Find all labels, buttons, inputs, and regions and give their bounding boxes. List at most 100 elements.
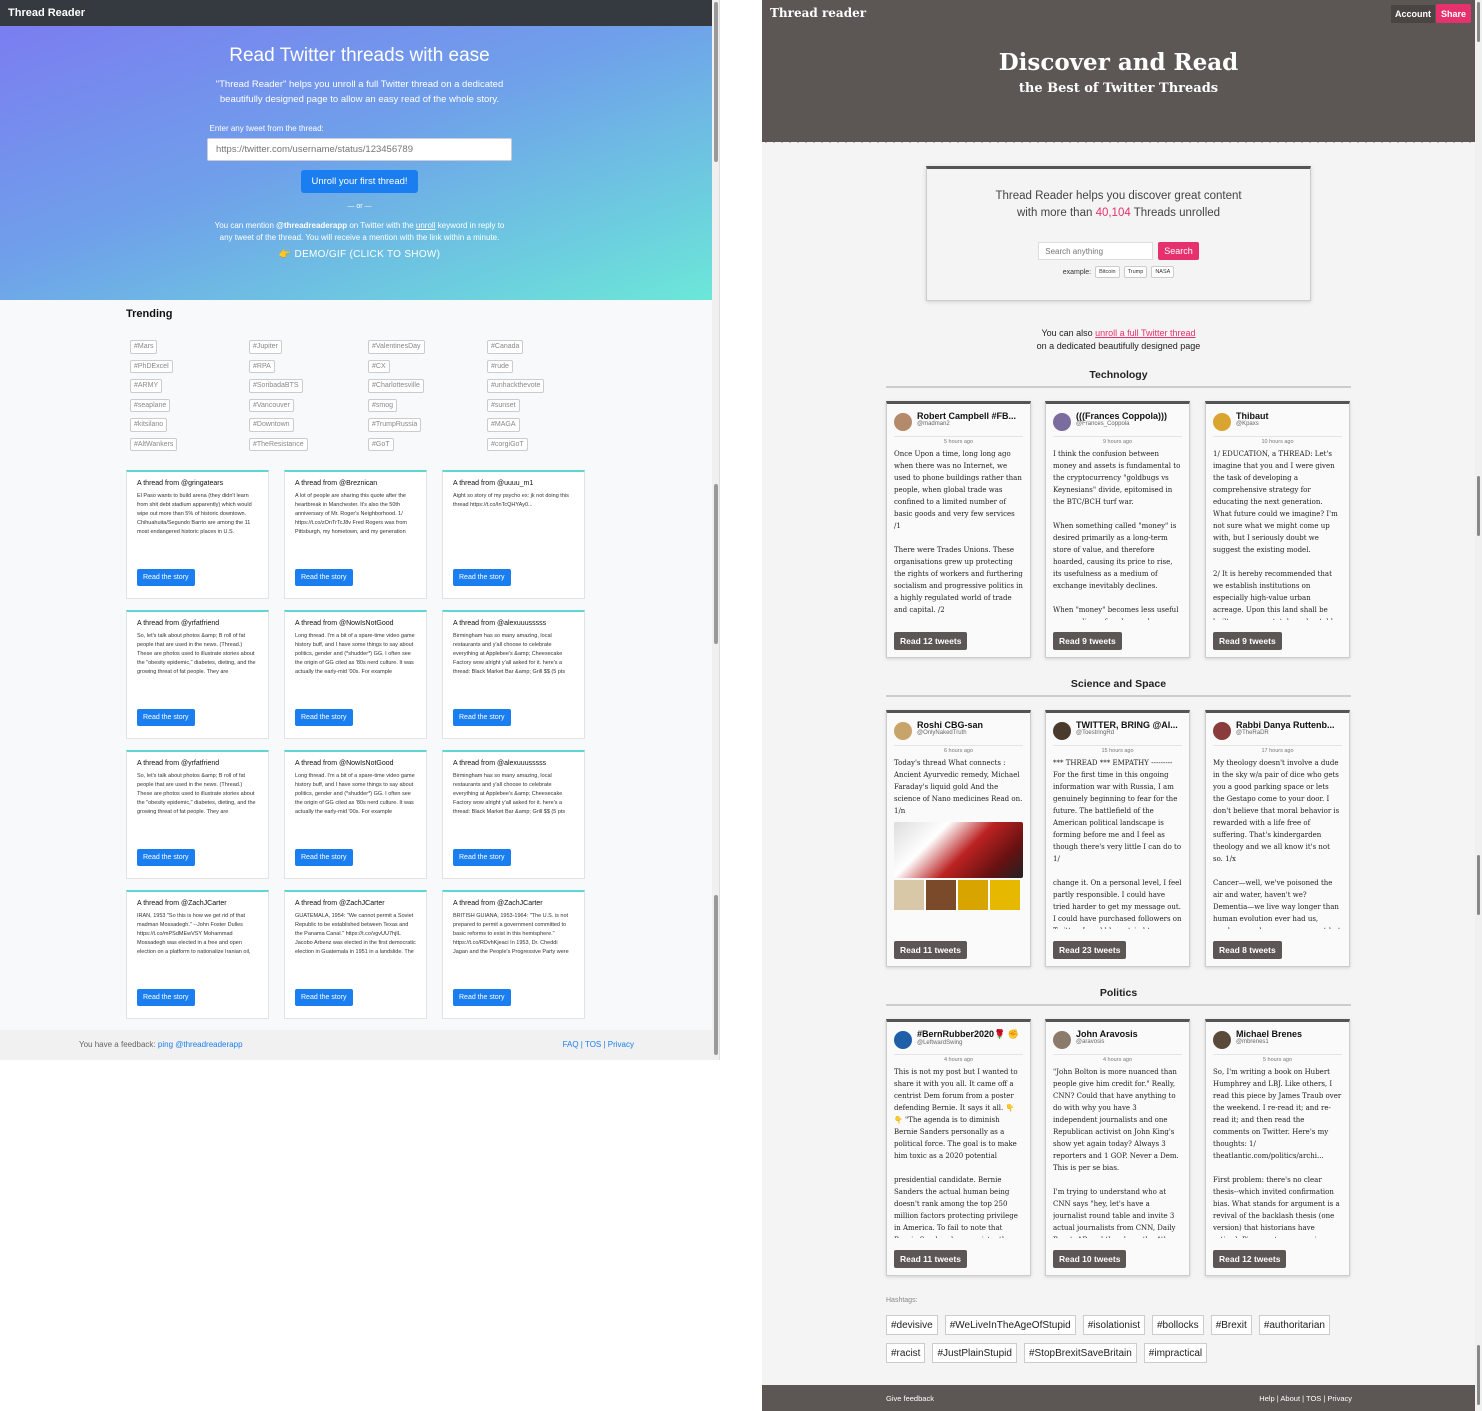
right-footer-links[interactable]: Help | About | TOS | Privacy <box>1259 1385 1352 1411</box>
trending-hashtag[interactable]: #TrumpRussia <box>368 418 422 432</box>
avatar[interactable] <box>1213 722 1231 740</box>
thumb-image[interactable] <box>990 880 1020 910</box>
scrollbar-thumb[interactable] <box>714 895 718 1055</box>
right-scrollbar[interactable] <box>1475 0 1482 1411</box>
trending-hashtag[interactable]: #GoT <box>368 437 394 451</box>
author-name[interactable]: Thibaut <box>1236 411 1346 421</box>
avatar[interactable] <box>894 1031 912 1049</box>
pill-image[interactable] <box>894 822 1023 878</box>
thumb-image[interactable] <box>958 880 988 910</box>
hashtag-chip[interactable]: #bollocks <box>1151 1315 1204 1335</box>
trending-hashtag[interactable]: #ValentinesDay <box>368 340 425 354</box>
hashtag-chip[interactable]: #authoritarian <box>1258 1315 1330 1335</box>
read-tweets-button[interactable]: Read 9 tweets <box>1213 632 1282 650</box>
read-tweets-button[interactable]: Read 12 tweets <box>1213 1250 1287 1268</box>
read-tweets-button[interactable]: Read 10 tweets <box>1053 1250 1127 1268</box>
read-story-button[interactable]: Read the story <box>295 989 353 1006</box>
trending-hashtag[interactable]: #corgiGoT <box>487 437 528 451</box>
author-name[interactable]: Robert Campbell #FB... <box>917 411 1027 421</box>
trending-hashtag[interactable]: #Mars <box>130 340 158 354</box>
read-story-button[interactable]: Read the story <box>295 709 353 726</box>
read-tweets-button[interactable]: Read 11 tweets <box>894 1250 967 1268</box>
unroll-keyword-link[interactable]: unroll <box>416 221 436 230</box>
trending-hashtag[interactable]: #Canada <box>487 340 524 354</box>
scrollbar-thumb[interactable] <box>1477 476 1480 536</box>
read-story-button[interactable]: Read the story <box>295 849 353 866</box>
read-story-button[interactable]: Read the story <box>137 989 195 1006</box>
avatar[interactable] <box>1053 1031 1071 1049</box>
read-story-button[interactable]: Read the story <box>295 569 353 586</box>
search-button[interactable]: Search <box>1158 242 1199 260</box>
ping-link[interactable]: ping @threadreaderapp <box>158 1040 243 1049</box>
read-story-button[interactable]: Read the story <box>453 989 511 1006</box>
thumb-image[interactable] <box>926 880 956 910</box>
trending-hashtag[interactable]: #Charlottesville <box>368 379 424 393</box>
author-name[interactable]: Roshi CBG-san <box>917 720 1027 730</box>
avatar[interactable] <box>1053 722 1071 740</box>
read-story-button[interactable]: Read the story <box>453 709 511 726</box>
author-name[interactable]: John Aravosis <box>1076 1029 1186 1039</box>
unroll-thread-link[interactable]: unroll a full Twitter thread <box>1095 328 1195 338</box>
trending-hashtag[interactable]: #kitsilano <box>130 418 168 432</box>
hashtag-chip[interactable]: #devisive <box>886 1315 938 1335</box>
scrollbar-thumb[interactable] <box>714 2 718 162</box>
read-story-button[interactable]: Read the story <box>137 849 195 866</box>
trending-hashtag[interactable]: #Downtown <box>249 418 294 432</box>
read-story-button[interactable]: Read the story <box>137 569 195 586</box>
left-scrollbar[interactable] <box>712 0 719 1060</box>
avatar[interactable] <box>1213 413 1231 431</box>
scrollbar-thumb[interactable] <box>1477 2 1480 42</box>
trending-hashtag[interactable]: #TheResistance <box>249 437 308 451</box>
read-tweets-button[interactable]: Read 8 tweets <box>1213 941 1282 959</box>
scrollbar-thumb[interactable] <box>1477 1345 1480 1405</box>
hashtag-chip[interactable]: #WeLiveInTheAgeOfStupid <box>944 1315 1076 1335</box>
read-tweets-button[interactable]: Read 12 tweets <box>894 632 968 650</box>
author-name[interactable]: #BernRubber2020🌹 ✊ <box>917 1029 1027 1040</box>
trending-hashtag[interactable]: #unhackthevote <box>487 379 545 393</box>
scrollbar-thumb[interactable] <box>714 484 718 644</box>
avatar[interactable] <box>894 413 912 431</box>
footer-links[interactable]: FAQ | TOS | Privacy <box>563 1030 634 1060</box>
trending-hashtag[interactable]: #Jupiter <box>249 340 282 354</box>
read-story-button[interactable]: Read the story <box>137 709 195 726</box>
scrollbar-thumb[interactable] <box>1477 855 1480 915</box>
trending-hashtag[interactable]: #smog <box>368 398 398 412</box>
avatar[interactable] <box>1053 413 1071 431</box>
read-story-button[interactable]: Read the story <box>453 569 511 586</box>
left-brand[interactable]: Thread Reader <box>8 7 85 19</box>
trending-hashtag[interactable]: #Vancouver <box>249 398 294 412</box>
hashtag-chip[interactable]: #racist <box>886 1343 926 1363</box>
tweet-url-input[interactable] <box>207 138 512 161</box>
trending-hashtag[interactable]: #ARMY <box>130 379 163 393</box>
read-tweets-button[interactable]: Read 9 tweets <box>1053 632 1122 650</box>
author-name[interactable]: (((Frances Coppola))) <box>1076 411 1186 421</box>
right-brand[interactable]: Thread reader <box>770 6 866 20</box>
avatar[interactable] <box>894 722 912 740</box>
trending-hashtag[interactable]: #rude <box>487 359 513 373</box>
trending-hashtag[interactable]: #CX <box>368 359 390 373</box>
unroll-button[interactable]: Unroll your first thread! <box>301 170 418 193</box>
hashtag-chip[interactable]: #Brexit <box>1210 1315 1252 1335</box>
demo-gif-link[interactable]: 👉 DEMO/GIF (CLICK TO SHOW) <box>0 249 719 260</box>
give-feedback-link[interactable]: Give feedback <box>886 1385 934 1411</box>
hashtag-chip[interactable]: #impractical <box>1143 1343 1208 1363</box>
trending-hashtag[interactable]: #MAGA <box>487 418 520 432</box>
example-tag-trump[interactable]: Trump <box>1123 266 1148 278</box>
author-name[interactable]: Michael Brenes <box>1236 1029 1346 1039</box>
hashtag-chip[interactable]: #StopBrexitSaveBritain <box>1023 1343 1137 1363</box>
trending-hashtag[interactable]: #AltWankers <box>130 437 178 451</box>
example-tag-bitcoin[interactable]: Bitcoin <box>1095 266 1120 278</box>
trending-hashtag[interactable]: #seaplane <box>130 398 171 412</box>
hashtag-chip[interactable]: #isolationist <box>1082 1315 1145 1335</box>
account-button[interactable]: Account <box>1391 5 1435 23</box>
read-tweets-button[interactable]: Read 23 tweets <box>1053 941 1127 959</box>
author-name[interactable]: Rabbi Danya Ruttenb... <box>1236 720 1346 730</box>
read-story-button[interactable]: Read the story <box>453 849 511 866</box>
search-input[interactable] <box>1038 242 1154 260</box>
avatar[interactable] <box>1213 1031 1231 1049</box>
hashtag-chip[interactable]: #JustPlainStupid <box>932 1343 1017 1363</box>
trending-hashtag[interactable]: #RPA <box>249 359 275 373</box>
trending-hashtag[interactable]: #PhDExcel <box>130 359 173 373</box>
share-button[interactable]: Share <box>1435 4 1471 23</box>
read-tweets-button[interactable]: Read 11 tweets <box>894 941 967 959</box>
